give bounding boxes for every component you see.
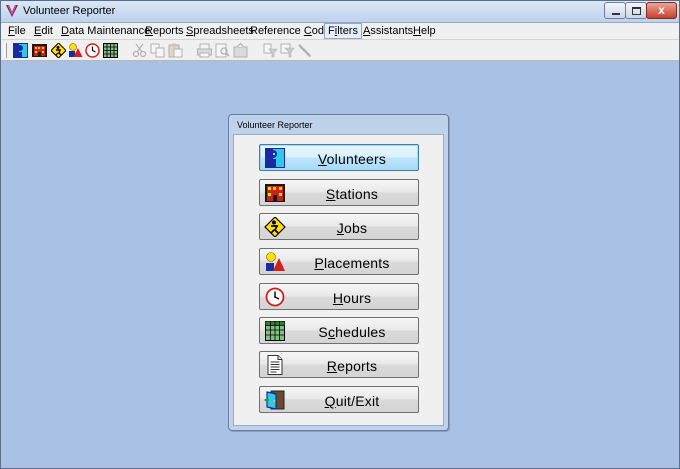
reports-button[interactable]: Reports	[259, 351, 419, 378]
window-title: Volunteer Reporter	[23, 5, 116, 17]
filter-clear-icon[interactable]	[280, 43, 295, 58]
hours-button[interactable]: Hours	[259, 283, 419, 310]
copy-icon[interactable]	[150, 43, 165, 58]
volunteers-button[interactable]: Volunteers	[259, 144, 419, 171]
placements-icon[interactable]	[68, 43, 83, 58]
app-window: Volunteer Reporter x File Edit Data Main…	[0, 0, 680, 469]
title-bar[interactable]: Volunteer Reporter x	[1, 1, 679, 23]
quit-exit-label: Quit/Exit	[324, 393, 380, 409]
reports-icon	[267, 355, 283, 375]
placements-label: Placements	[314, 255, 390, 271]
dialog-title: Volunteer Reporter	[237, 120, 313, 130]
cut-icon[interactable]	[132, 43, 147, 58]
menu-spreadsheets[interactable]: Spreadsheets	[186, 25, 254, 37]
schedules-label: Schedules	[318, 324, 386, 340]
menu-filters[interactable]: Filters	[324, 23, 362, 39]
minimize-button[interactable]	[604, 2, 626, 19]
jobs-icon	[264, 217, 286, 237]
dialog-panel: Volunteers Stations Jobs Placements Hour…	[233, 134, 444, 426]
hours-icon[interactable]	[85, 43, 100, 58]
jobs-label: Jobs	[336, 220, 368, 236]
toolbar-grip[interactable]	[4, 43, 7, 58]
stations-icon	[265, 184, 285, 202]
volunteers-icon[interactable]	[13, 43, 28, 58]
quit-exit-button[interactable]: Quit/Exit	[259, 386, 419, 413]
stations-icon[interactable]	[32, 43, 47, 58]
schedules-button[interactable]: Schedules	[259, 317, 419, 344]
menu-file[interactable]: File	[8, 25, 26, 37]
minimize-icon	[612, 13, 620, 15]
stations-button[interactable]: Stations	[259, 179, 419, 206]
print-icon[interactable]	[197, 43, 212, 58]
close-icon: x	[658, 3, 665, 17]
menu-data-maintenance[interactable]: Data Maintenance	[61, 25, 150, 37]
close-button[interactable]: x	[646, 2, 677, 19]
paste-icon[interactable]	[168, 43, 183, 58]
menu-bar: File Edit Data Maintenance Reports Sprea…	[1, 23, 679, 40]
toolbar	[1, 40, 679, 61]
schedules-icon	[265, 321, 285, 341]
menu-edit[interactable]: Edit	[34, 25, 53, 37]
hours-icon	[265, 287, 285, 307]
schedules-icon[interactable]	[103, 43, 118, 58]
menu-reference-codes[interactable]: Reference Codes	[250, 25, 336, 37]
main-menu-dialog: Volunteer Reporter Volunteers Stations J…	[228, 114, 449, 431]
placements-icon	[266, 252, 285, 271]
jobs-icon[interactable]	[51, 43, 66, 58]
menu-reports[interactable]: Reports	[145, 25, 184, 37]
export-icon[interactable]	[233, 43, 248, 58]
pen-icon[interactable]	[297, 43, 312, 58]
app-logo-icon	[6, 4, 18, 17]
quit-exit-icon	[264, 390, 285, 410]
maximize-icon	[632, 7, 641, 15]
menu-help[interactable]: Help	[413, 25, 436, 37]
placements-button[interactable]: Placements	[259, 248, 419, 275]
hours-label: Hours	[332, 290, 372, 306]
jobs-button[interactable]: Jobs	[259, 213, 419, 240]
stations-label: Stations	[325, 186, 379, 202]
maximize-button[interactable]	[625, 2, 647, 19]
reports-label: Reports	[326, 358, 378, 374]
filter-icon[interactable]	[263, 43, 278, 58]
menu-assistants[interactable]: Assistants	[363, 25, 413, 37]
volunteers-icon	[265, 148, 285, 168]
mdi-client-area: Volunteer Reporter Volunteers Stations J…	[1, 62, 679, 468]
volunteers-label: Volunteers	[317, 151, 387, 167]
print-preview-icon[interactable]	[215, 43, 230, 58]
